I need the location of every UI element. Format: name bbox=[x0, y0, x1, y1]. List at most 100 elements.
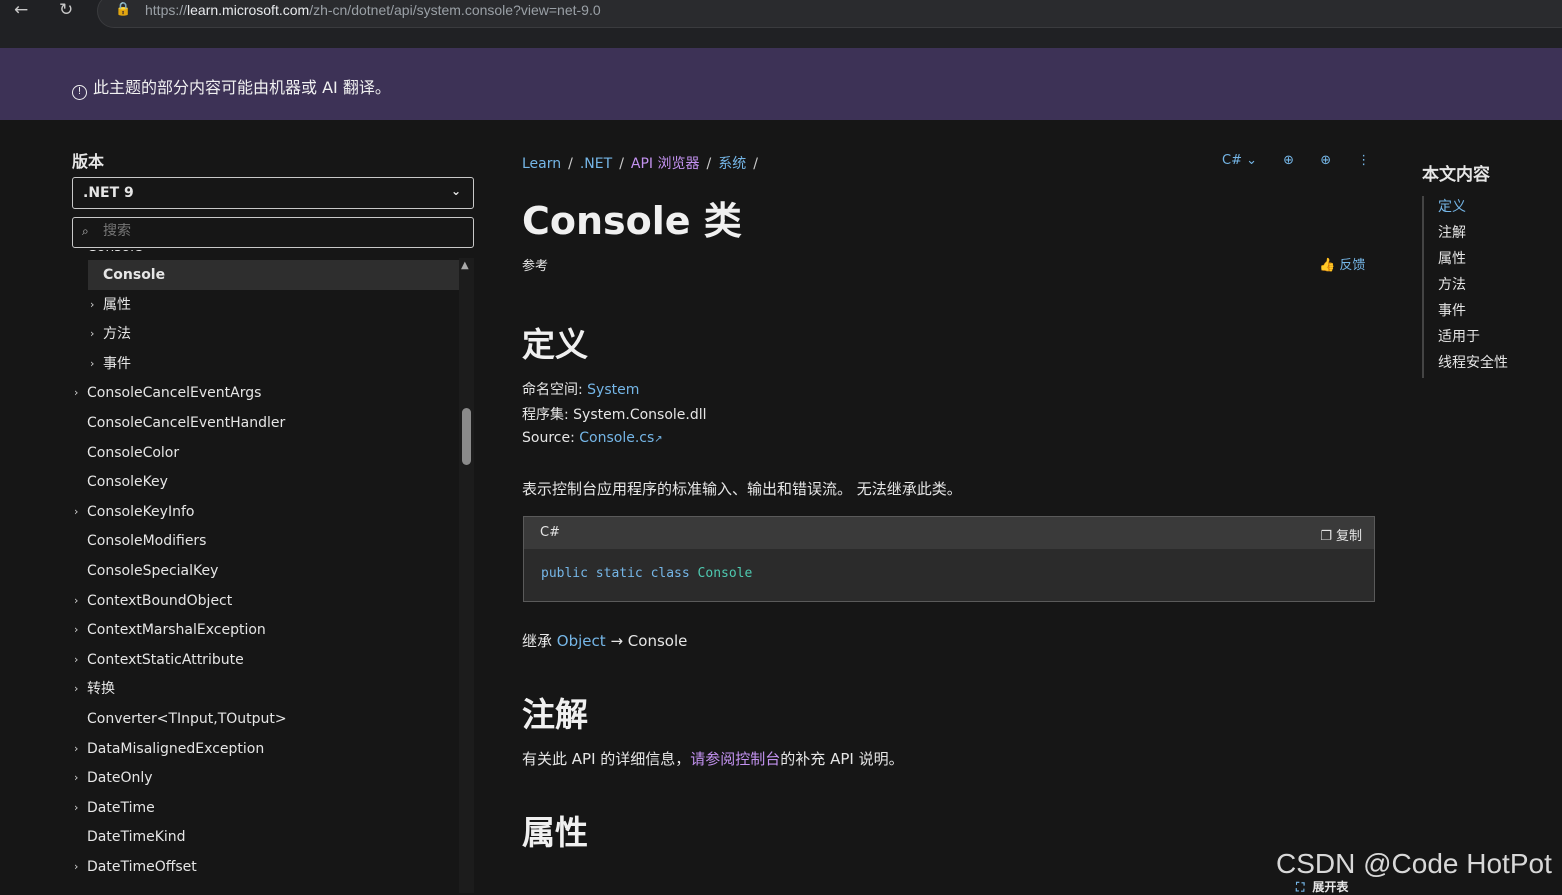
tree-item-label: ConsoleKeyInfo bbox=[87, 503, 195, 520]
lock-icon[interactable]: 🔒 bbox=[115, 2, 131, 17]
tree-item-label: ConsoleColor bbox=[87, 444, 180, 461]
tree-item-label: ConsoleModifiers bbox=[87, 533, 207, 550]
inherit-base-link[interactable]: Object bbox=[557, 632, 606, 650]
breadcrumb-link[interactable]: 系统 bbox=[718, 156, 746, 172]
toc-item[interactable]: 线程安全性 bbox=[1424, 352, 1562, 378]
reload-icon[interactable]: ↻ bbox=[59, 0, 73, 22]
chevron-right-icon[interactable]: › bbox=[74, 378, 78, 408]
breadcrumb-link[interactable]: API 浏览器 bbox=[631, 156, 700, 172]
add-collection-icon[interactable]: ⊕ bbox=[1320, 153, 1331, 168]
remarks-prefix: 有关此 API 的详细信息， bbox=[522, 750, 691, 768]
tree-item-label: 转换 bbox=[87, 681, 115, 698]
tree-item-label: ContextStaticAttribute bbox=[87, 651, 244, 668]
remarks-link[interactable]: 请参阅控制台 bbox=[690, 750, 780, 768]
tree-item-label: ConsoleCancelEventHandler bbox=[87, 415, 286, 431]
in-this-article: 本文内容 定义 注解 属性 方法 事件 适用于 线程安全性 bbox=[1422, 120, 1562, 380]
toc-item[interactable]: 适用于 bbox=[1424, 326, 1562, 352]
thumbs-up-icon: 👍 bbox=[1319, 258, 1336, 273]
toc-item[interactable]: 定义 bbox=[1424, 196, 1562, 222]
inherit-arrow: → bbox=[610, 632, 624, 650]
chevron-right-icon[interactable]: › bbox=[90, 349, 94, 379]
tree-item[interactable]: ConsoleSpecialKey bbox=[72, 556, 460, 586]
code-header: C# ❐ 复制 bbox=[524, 517, 1374, 549]
tree-item[interactable]: › ContextBoundObject bbox=[72, 586, 460, 616]
assembly-label: 程序集: bbox=[522, 407, 569, 423]
banner-message: ! 此主题的部分内容可能由机器或 AI 翻译。 bbox=[72, 74, 391, 100]
chevron-right-icon[interactable]: › bbox=[74, 852, 78, 882]
feedback-button[interactable]: 👍 反馈 bbox=[1319, 254, 1365, 273]
chevron-right-icon[interactable]: › bbox=[74, 615, 78, 645]
toc-item[interactable]: 方法 bbox=[1424, 274, 1562, 300]
tree-item[interactable]: › DateTimeOffset bbox=[72, 852, 460, 882]
tree-item-label: ConsoleKey bbox=[87, 474, 168, 491]
tree-item[interactable]: › DateOnly bbox=[72, 763, 460, 793]
tree-item[interactable]: ConsoleModifiers bbox=[72, 526, 460, 556]
url-path: /zh-cn/dotnet/api/system.console?view=ne… bbox=[309, 2, 601, 18]
remarks-text: 有关此 API 的详细信息，请参阅控制台的补充 API 说明。 bbox=[522, 748, 904, 769]
expand-table-button[interactable]: ⛶ 展开表 bbox=[1296, 878, 1348, 895]
globe-icon[interactable]: ⊕ bbox=[1283, 153, 1294, 168]
tree-item[interactable]: ConsoleCancelEventHandler bbox=[72, 408, 460, 438]
inheritance-row: 继承 Object → Console bbox=[522, 630, 687, 651]
toc-item[interactable]: 事件 bbox=[1424, 300, 1562, 326]
copy-button[interactable]: ❐ 复制 bbox=[1320, 525, 1362, 544]
chevron-down-icon[interactable]: ˅ bbox=[74, 250, 80, 262]
tree-item-label: DateTimeKind bbox=[87, 829, 186, 846]
tree-item[interactable]: › 事件 bbox=[88, 349, 460, 379]
chevron-right-icon[interactable]: › bbox=[74, 674, 78, 704]
tree-item[interactable]: › DataMisalignedException bbox=[72, 734, 460, 764]
toc-item[interactable]: 属性 bbox=[1424, 248, 1562, 274]
tree-item-label: DataMisalignedException bbox=[87, 740, 265, 757]
chevron-right-icon[interactable]: › bbox=[74, 586, 78, 616]
namespace-link[interactable]: System bbox=[587, 382, 639, 398]
tree-item[interactable]: › 属性 bbox=[88, 290, 460, 320]
breadcrumb-link[interactable]: Learn bbox=[522, 156, 561, 172]
expand-icon: ⛶ bbox=[1296, 880, 1305, 894]
url-text[interactable]: https://learn.microsoft.com/zh-cn/dotnet… bbox=[145, 2, 601, 18]
chevron-right-icon[interactable]: › bbox=[90, 290, 94, 320]
sidebar-scrollbar[interactable]: ▲ bbox=[459, 258, 474, 893]
search-input[interactable] bbox=[103, 223, 463, 239]
toc-search[interactable]: ⌕ bbox=[72, 217, 474, 248]
more-options-icon[interactable]: ⋮ bbox=[1357, 153, 1370, 168]
tree-item[interactable]: › ConsoleKeyInfo bbox=[72, 497, 460, 527]
scroll-thumb[interactable] bbox=[462, 408, 471, 465]
chevron-right-icon[interactable]: › bbox=[74, 497, 78, 527]
chevron-right-icon[interactable]: › bbox=[90, 319, 94, 349]
tree-item[interactable]: ConsoleKey bbox=[72, 467, 460, 497]
source-link[interactable]: Console.cs↗ bbox=[579, 430, 662, 446]
chevron-right-icon[interactable]: › bbox=[74, 763, 78, 793]
breadcrumb: Learn / .NET / API 浏览器 / 系统 / bbox=[522, 153, 765, 173]
inherit-label: 继承 bbox=[522, 632, 553, 650]
tree-item[interactable]: › DateTime bbox=[72, 793, 460, 823]
tree-item[interactable]: ConsoleColor bbox=[72, 438, 460, 468]
tree-item[interactable]: › 方法 bbox=[88, 319, 460, 349]
breadcrumb-link[interactable]: .NET bbox=[580, 156, 612, 172]
page-title: Console 类 bbox=[522, 199, 742, 243]
back-arrow-icon[interactable]: ← bbox=[14, 0, 28, 22]
info-icon: ! bbox=[72, 85, 87, 100]
address-bar[interactable]: 🔒 https://learn.microsoft.com/zh-cn/dotn… bbox=[97, 0, 1562, 28]
tree-item-label: DateTime bbox=[87, 799, 155, 816]
chevron-right-icon[interactable]: › bbox=[74, 793, 78, 823]
assembly-row: 程序集: System.Console.dll bbox=[522, 404, 707, 424]
sidebar: 版本 .NET 9 ⌄ ⌕ ˅ConsoleConsole›属性›方法›事件›C… bbox=[72, 120, 474, 893]
tree-item[interactable]: Converter<TInput,TOutput> bbox=[72, 704, 460, 734]
tree-item[interactable]: › 转换 bbox=[72, 674, 460, 704]
version-select[interactable]: .NET 9 ⌄ bbox=[72, 177, 474, 209]
tree-item[interactable]: › ContextStaticAttribute bbox=[72, 645, 460, 675]
toc-item[interactable]: 注解 bbox=[1424, 222, 1562, 248]
version-label: 版本 bbox=[72, 152, 105, 171]
tree-item[interactable]: › ContextMarshalException bbox=[72, 615, 460, 645]
tree-item[interactable]: Console bbox=[88, 260, 460, 290]
url-prefix: https:// bbox=[145, 2, 188, 18]
language-switch[interactable]: C# ⌄ bbox=[1222, 153, 1257, 168]
chevron-right-icon[interactable]: › bbox=[74, 645, 78, 675]
tree-item[interactable]: DateTimeKind bbox=[72, 822, 460, 852]
tree-item-label: ConsoleSpecialKey bbox=[87, 563, 219, 579]
scroll-up-icon[interactable]: ▲ bbox=[461, 260, 469, 271]
chevron-right-icon[interactable]: › bbox=[74, 734, 78, 764]
external-link-icon: ↗ bbox=[654, 434, 663, 445]
tree-item[interactable]: › ConsoleCancelEventArgs bbox=[72, 378, 460, 408]
browser-toolbar: ← ↻ 🔒 https://learn.microsoft.com/zh-cn/… bbox=[0, 0, 1562, 48]
